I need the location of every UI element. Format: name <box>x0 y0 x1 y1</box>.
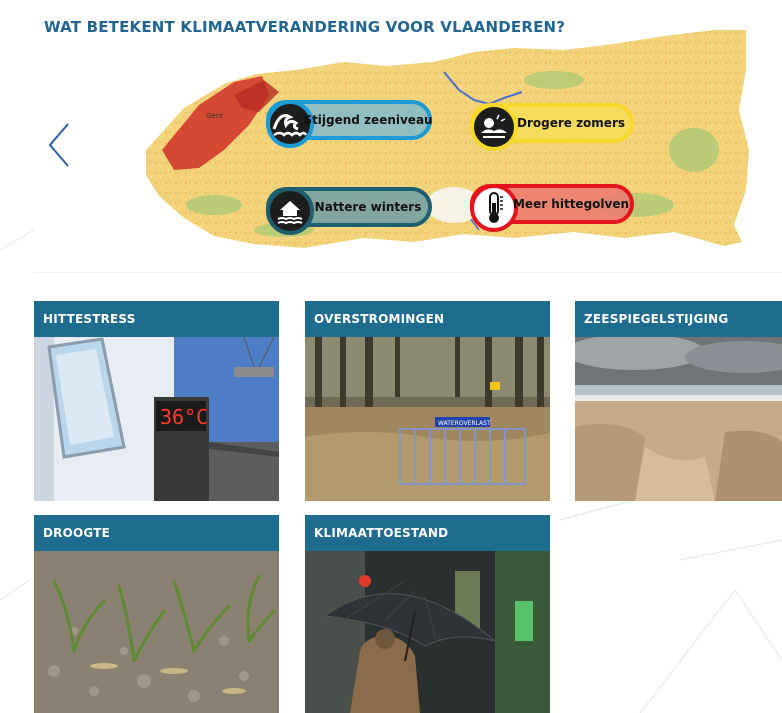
topic-label: Drogere zomers <box>516 116 626 130</box>
climate-map-section: Gent WAT BETEKENT KLIMAATVERANDERING VOO… <box>34 0 782 273</box>
heat-stress-photo: 36°C <box>34 337 279 501</box>
card-title: HITTESTRESS <box>34 301 279 337</box>
sea-level-photo <box>575 337 782 501</box>
topic-wet-winters-button[interactable]: Nattere winters <box>266 187 432 235</box>
drought-photo <box>34 551 279 713</box>
page-title: WAT BETEKENT KLIMAATVERANDERING VOOR VLA… <box>44 18 566 36</box>
topic-label: Stijgend zeeniveau <box>303 113 433 127</box>
card-drought[interactable]: DROOGTE <box>34 515 279 713</box>
topic-sea-level-button[interactable]: Stijgend zeeniveau <box>266 100 433 148</box>
card-title: OVERSTROMINGEN <box>305 301 550 337</box>
thermometer-icon <box>470 184 518 232</box>
card-title: ZEESPIEGELSTIJGING <box>575 301 782 337</box>
card-heat-stress[interactable]: HITTESTRESS 36°C <box>34 301 279 501</box>
topic-label: Nattere winters <box>314 200 422 214</box>
card-flooding[interactable]: OVERSTROMINGEN WATEROVERLAST <box>305 301 550 501</box>
card-sea-level-rise[interactable]: ZEESPIEGELSTIJGING <box>575 301 782 501</box>
flooded-house-icon <box>266 187 314 235</box>
topic-heatwaves-button[interactable]: Meer hittegolven <box>470 184 634 232</box>
card-title: DROOGTE <box>34 515 279 551</box>
thermometer-display: 36°C <box>160 405 208 429</box>
card-title: KLIMAATTOESTAND <box>305 515 550 551</box>
drought-icon <box>470 103 518 151</box>
carousel-prev-arrow-icon[interactable] <box>44 120 74 170</box>
topic-label: Meer hittegolven <box>512 197 630 211</box>
umbrella-photo <box>305 551 550 713</box>
flood-warning-sign: WATEROVERLAST <box>438 420 491 427</box>
card-climate-state[interactable]: KLIMAATTOESTAND <box>305 515 550 713</box>
flooding-photo: WATEROVERLAST <box>305 337 550 501</box>
topic-dry-summers-button[interactable]: Drogere zomers <box>470 103 634 151</box>
map-city-label: Gent <box>206 112 223 120</box>
